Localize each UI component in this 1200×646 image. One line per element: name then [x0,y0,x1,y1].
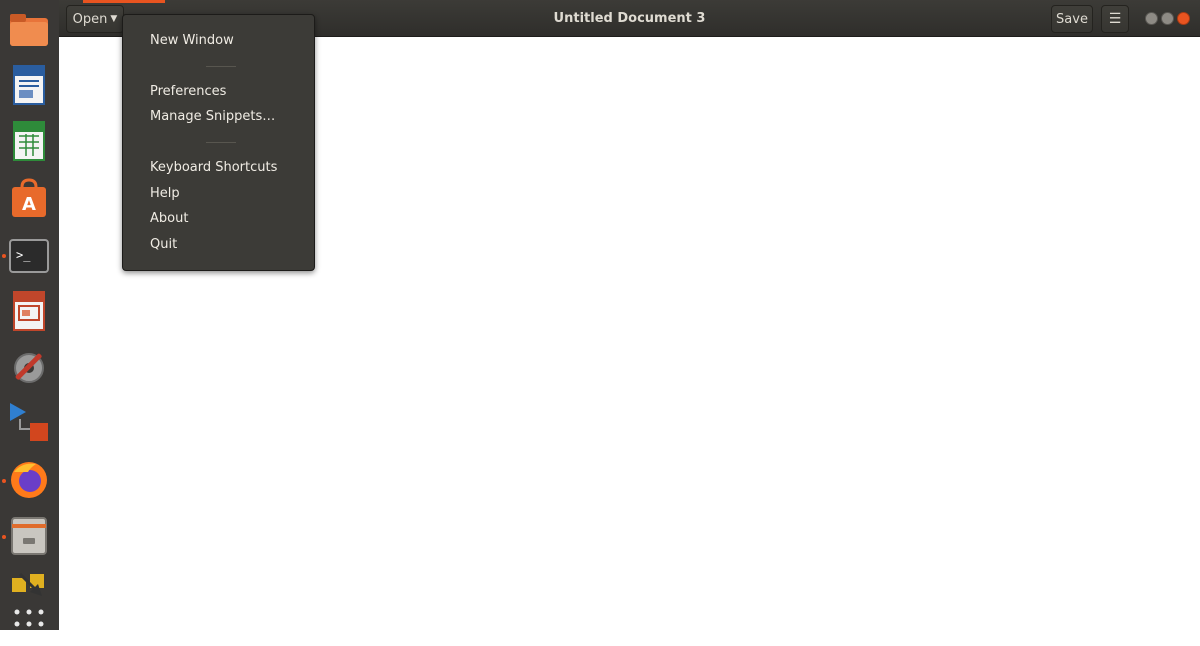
libreoffice-impress-icon[interactable] [8,290,50,332]
menu-item-about[interactable]: About [150,211,188,226]
virtual-machine-icon[interactable] [8,401,50,443]
running-indicator [2,479,6,483]
firefox-icon[interactable] [8,458,50,500]
close-button[interactable] [1177,12,1190,25]
menu-separator [206,142,236,143]
file-transfer-icon[interactable] [8,566,50,608]
maximize-button[interactable] [1161,12,1174,25]
svg-text:A: A [22,194,36,215]
menu-item-preferences[interactable]: Preferences [150,84,226,99]
launcher-dock: A >_ [0,0,59,630]
hamburger-menu-button[interactable]: ☰ [1101,5,1129,33]
save-button[interactable]: Save [1051,5,1093,33]
libreoffice-calc-icon[interactable] [8,120,50,162]
libreoffice-writer-icon[interactable] [8,64,50,106]
active-tab-indicator [83,0,165,3]
menu-icon: ☰ [1108,11,1122,27]
menu-item-quit[interactable]: Quit [150,237,177,252]
show-applications-icon[interactable] [8,604,50,646]
menu-item-help[interactable]: Help [150,186,180,201]
chevron-down-icon: ▼ [110,14,118,24]
open-button-label: Open [72,11,108,27]
open-button[interactable]: Open ▼ [66,5,124,33]
menu-item-new-window[interactable]: New Window [150,33,234,48]
menu-separator [206,66,236,67]
save-button-label: Save [1056,11,1088,27]
terminal-icon[interactable]: >_ [8,235,50,277]
software-center-icon[interactable]: A [8,177,50,219]
menu-item-keyboard-shortcuts[interactable]: Keyboard Shortcuts [150,160,277,175]
running-indicator [2,535,6,539]
archive-manager-icon[interactable] [8,514,50,556]
minimize-button[interactable] [1145,12,1158,25]
menu-item-manage-snippets[interactable]: Manage Snippets… [150,109,275,124]
svg-text:>_: >_ [16,248,31,262]
app-menu-popover: New Window Preferences Manage Snippets… … [122,14,315,271]
settings-tools-icon[interactable] [8,346,50,388]
files-icon[interactable] [8,10,50,52]
running-indicator [2,254,6,258]
